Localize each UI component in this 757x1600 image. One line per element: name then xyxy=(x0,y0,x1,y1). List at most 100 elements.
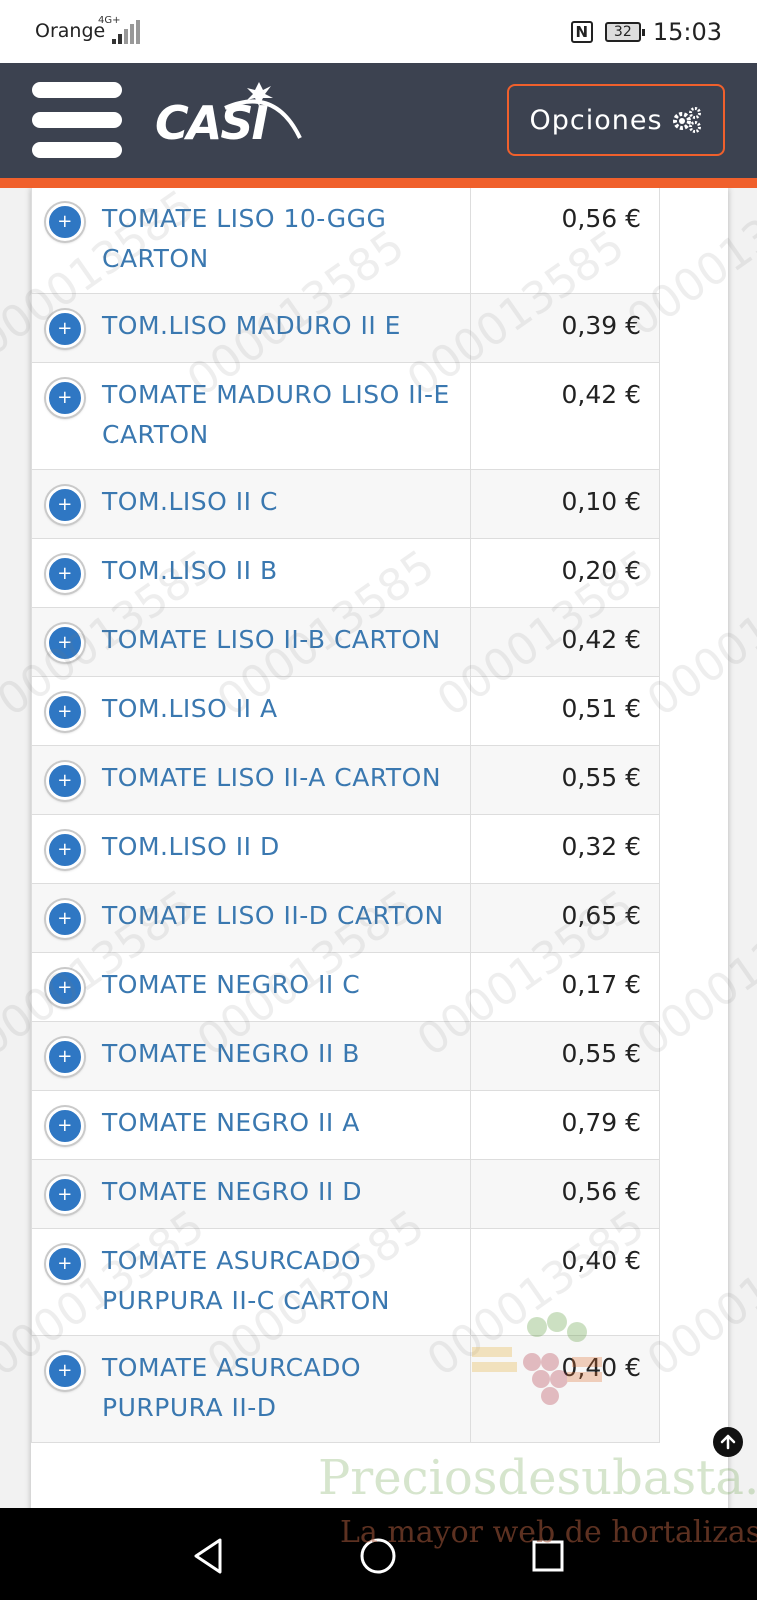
expand-plus-icon[interactable]: + xyxy=(46,1352,84,1390)
product-name[interactable]: TOMATE LISO II-A CARTON xyxy=(102,758,441,798)
product-name-cell[interactable]: + TOMATE NEGRO II D xyxy=(31,1159,471,1229)
product-name[interactable]: TOM.LISO II B xyxy=(102,551,278,591)
price-row[interactable]: + TOMATE NEGRO II C 0,17 € xyxy=(31,952,660,1022)
product-name[interactable]: TOMATE LISO II-B CARTON xyxy=(102,620,441,660)
system-nav-bar xyxy=(0,1508,757,1600)
expand-plus-icon[interactable]: + xyxy=(46,1245,84,1283)
product-name-cell[interactable]: + TOMATE ASURCADO PURPURA II-D xyxy=(31,1335,471,1443)
scroll-top-button[interactable] xyxy=(713,1427,743,1457)
back-triangle-icon xyxy=(194,1538,222,1574)
product-name-cell[interactable]: + TOMATE LISO II-A CARTON xyxy=(31,745,471,815)
expand-plus-icon[interactable]: + xyxy=(46,1176,84,1214)
product-name[interactable]: TOMATE ASURCADO PURPURA II-D xyxy=(102,1348,452,1428)
product-price: 0,51 € xyxy=(470,676,660,746)
signal-icon xyxy=(112,20,142,44)
expand-plus-icon[interactable]: + xyxy=(46,624,84,662)
price-row[interactable]: + TOMATE MADURO LISO II-E CARTON 0,42 € xyxy=(31,362,660,470)
recents-button[interactable] xyxy=(528,1536,568,1576)
product-price: 0,55 € xyxy=(470,745,660,815)
product-name[interactable]: TOM.LISO MADURO II E xyxy=(102,306,401,346)
product-name[interactable]: TOMATE NEGRO II B xyxy=(102,1034,360,1074)
product-price: 0,20 € xyxy=(470,538,660,608)
product-name-wrap: + TOM.LISO II B xyxy=(42,551,452,593)
price-row[interactable]: + TOMATE NEGRO II A 0,79 € xyxy=(31,1090,660,1160)
product-name-cell[interactable]: + TOM.LISO II D xyxy=(31,814,471,884)
product-name[interactable]: TOM.LISO II C xyxy=(102,482,278,522)
price-row[interactable]: + TOM.LISO II A 0,51 € xyxy=(31,676,660,746)
product-price: 0,32 € xyxy=(470,814,660,884)
product-name-cell[interactable]: + TOM.LISO II C xyxy=(31,469,471,539)
expand-plus-icon[interactable]: + xyxy=(46,900,84,938)
product-name-wrap: + TOMATE ASURCADO PURPURA II-C CARTON xyxy=(42,1241,452,1321)
price-row[interactable]: + TOM.LISO MADURO II E 0,39 € xyxy=(31,293,660,363)
arrow-up-icon xyxy=(720,1434,736,1450)
home-button[interactable] xyxy=(358,1536,398,1576)
content-area[interactable]: + TOMATE LISO 10-GGG CARTON 0,56 € + TOM.LIS… xyxy=(0,188,757,1508)
product-price: 0,56 € xyxy=(470,1159,660,1229)
product-name-wrap: + TOM.LISO II C xyxy=(42,482,452,524)
recents-square-icon xyxy=(532,1540,564,1572)
product-name-cell[interactable]: + TOMATE LISO II-B CARTON xyxy=(31,607,471,677)
product-name-cell[interactable]: + TOMATE NEGRO II C xyxy=(31,952,471,1022)
product-name-cell[interactable]: + TOMATE MADURO LISO II-E CARTON xyxy=(31,362,471,470)
price-row[interactable]: + TOMATE LISO II-D CARTON 0,65 € xyxy=(31,883,660,953)
expand-plus-icon[interactable]: + xyxy=(46,310,84,348)
expand-plus-icon[interactable]: + xyxy=(46,1038,84,1076)
product-name-wrap: + TOMATE NEGRO II B xyxy=(42,1034,452,1076)
product-price: 0,55 € xyxy=(470,1021,660,1091)
product-name[interactable]: TOMATE NEGRO II A xyxy=(102,1103,360,1143)
price-row[interactable]: + TOM.LISO II C 0,10 € xyxy=(31,469,660,539)
expand-plus-icon[interactable]: + xyxy=(46,1107,84,1145)
price-row[interactable]: + TOMATE LISO II-B CARTON 0,42 € xyxy=(31,607,660,677)
price-row[interactable]: + TOMATE NEGRO II B 0,55 € xyxy=(31,1021,660,1091)
product-name-cell[interactable]: + TOM.LISO II A xyxy=(31,676,471,746)
options-button[interactable]: Opciones xyxy=(507,84,725,156)
product-name-cell[interactable]: + TOMATE NEGRO II B xyxy=(31,1021,471,1091)
product-name[interactable]: TOMATE NEGRO II C xyxy=(102,965,360,1005)
price-row[interactable]: + TOMATE NEGRO II D 0,56 € xyxy=(31,1159,660,1229)
product-name-wrap: + TOMATE LISO II-A CARTON xyxy=(42,758,452,800)
expand-plus-icon[interactable]: + xyxy=(46,693,84,731)
expand-plus-icon[interactable]: + xyxy=(46,555,84,593)
expand-plus-icon[interactable]: + xyxy=(46,486,84,524)
product-name-cell[interactable]: + TOMATE LISO II-D CARTON xyxy=(31,883,471,953)
product-name-wrap: + TOMATE NEGRO II D xyxy=(42,1172,452,1214)
price-row[interactable]: + TOM.LISO II B 0,20 € xyxy=(31,538,660,608)
product-name[interactable]: TOMATE LISO 10-GGG CARTON xyxy=(102,199,452,279)
product-name-wrap: + TOMATE ASURCADO PURPURA II-D xyxy=(42,1348,452,1428)
product-name-cell[interactable]: + TOMATE LISO 10-GGG CARTON xyxy=(31,188,471,294)
expand-plus-icon[interactable]: + xyxy=(46,203,84,241)
expand-plus-icon[interactable]: + xyxy=(46,379,84,417)
price-row[interactable]: + TOMATE LISO II-A CARTON 0,55 € xyxy=(31,745,660,815)
casi-logo[interactable]: CASI xyxy=(155,78,315,158)
product-name-wrap: + TOMATE MADURO LISO II-E CARTON xyxy=(42,375,452,455)
price-row[interactable]: + TOMATE ASURCADO PURPURA II-C CARTON 0,40… xyxy=(31,1228,660,1336)
product-name[interactable]: TOM.LISO II A xyxy=(102,689,278,729)
expand-plus-icon[interactable]: + xyxy=(46,762,84,800)
back-button[interactable] xyxy=(190,1536,230,1576)
price-row[interactable]: + TOM.LISO II D 0,32 € xyxy=(31,814,660,884)
product-name-wrap: + TOMATE NEGRO II C xyxy=(42,965,452,1007)
product-name-cell[interactable]: + TOM.LISO II B xyxy=(31,538,471,608)
menu-icon[interactable] xyxy=(32,82,122,158)
product-price: 0,65 € xyxy=(470,883,660,953)
product-name[interactable]: TOM.LISO II D xyxy=(102,827,280,867)
product-price: 0,42 € xyxy=(470,607,660,677)
product-name[interactable]: TOMATE ASURCADO PURPURA II-C CARTON xyxy=(102,1241,452,1321)
battery-icon: 32 xyxy=(604,22,645,42)
price-row[interactable]: + TOMATE ASURCADO PURPURA II-D 0,40 € xyxy=(31,1335,660,1443)
expand-plus-icon[interactable]: + xyxy=(46,831,84,869)
price-row[interactable]: + TOMATE LISO 10-GGG CARTON 0,56 € xyxy=(31,188,660,294)
product-name-cell[interactable]: + TOMATE ASURCADO PURPURA II-C CARTON xyxy=(31,1228,471,1336)
product-name[interactable]: TOMATE LISO II-D CARTON xyxy=(102,896,444,936)
product-name-cell[interactable]: + TOMATE NEGRO II A xyxy=(31,1090,471,1160)
product-name[interactable]: TOMATE NEGRO II D xyxy=(102,1172,362,1212)
expand-plus-icon[interactable]: + xyxy=(46,969,84,1007)
carrier-name: Orange xyxy=(35,20,106,42)
product-name[interactable]: TOMATE MADURO LISO II-E CARTON xyxy=(102,375,452,455)
product-name-wrap: + TOM.LISO II A xyxy=(42,689,452,731)
header-accent-line xyxy=(0,178,757,188)
product-price: 0,42 € xyxy=(470,362,660,470)
gears-icon xyxy=(672,107,701,133)
product-name-cell[interactable]: + TOM.LISO MADURO II E xyxy=(31,293,471,363)
